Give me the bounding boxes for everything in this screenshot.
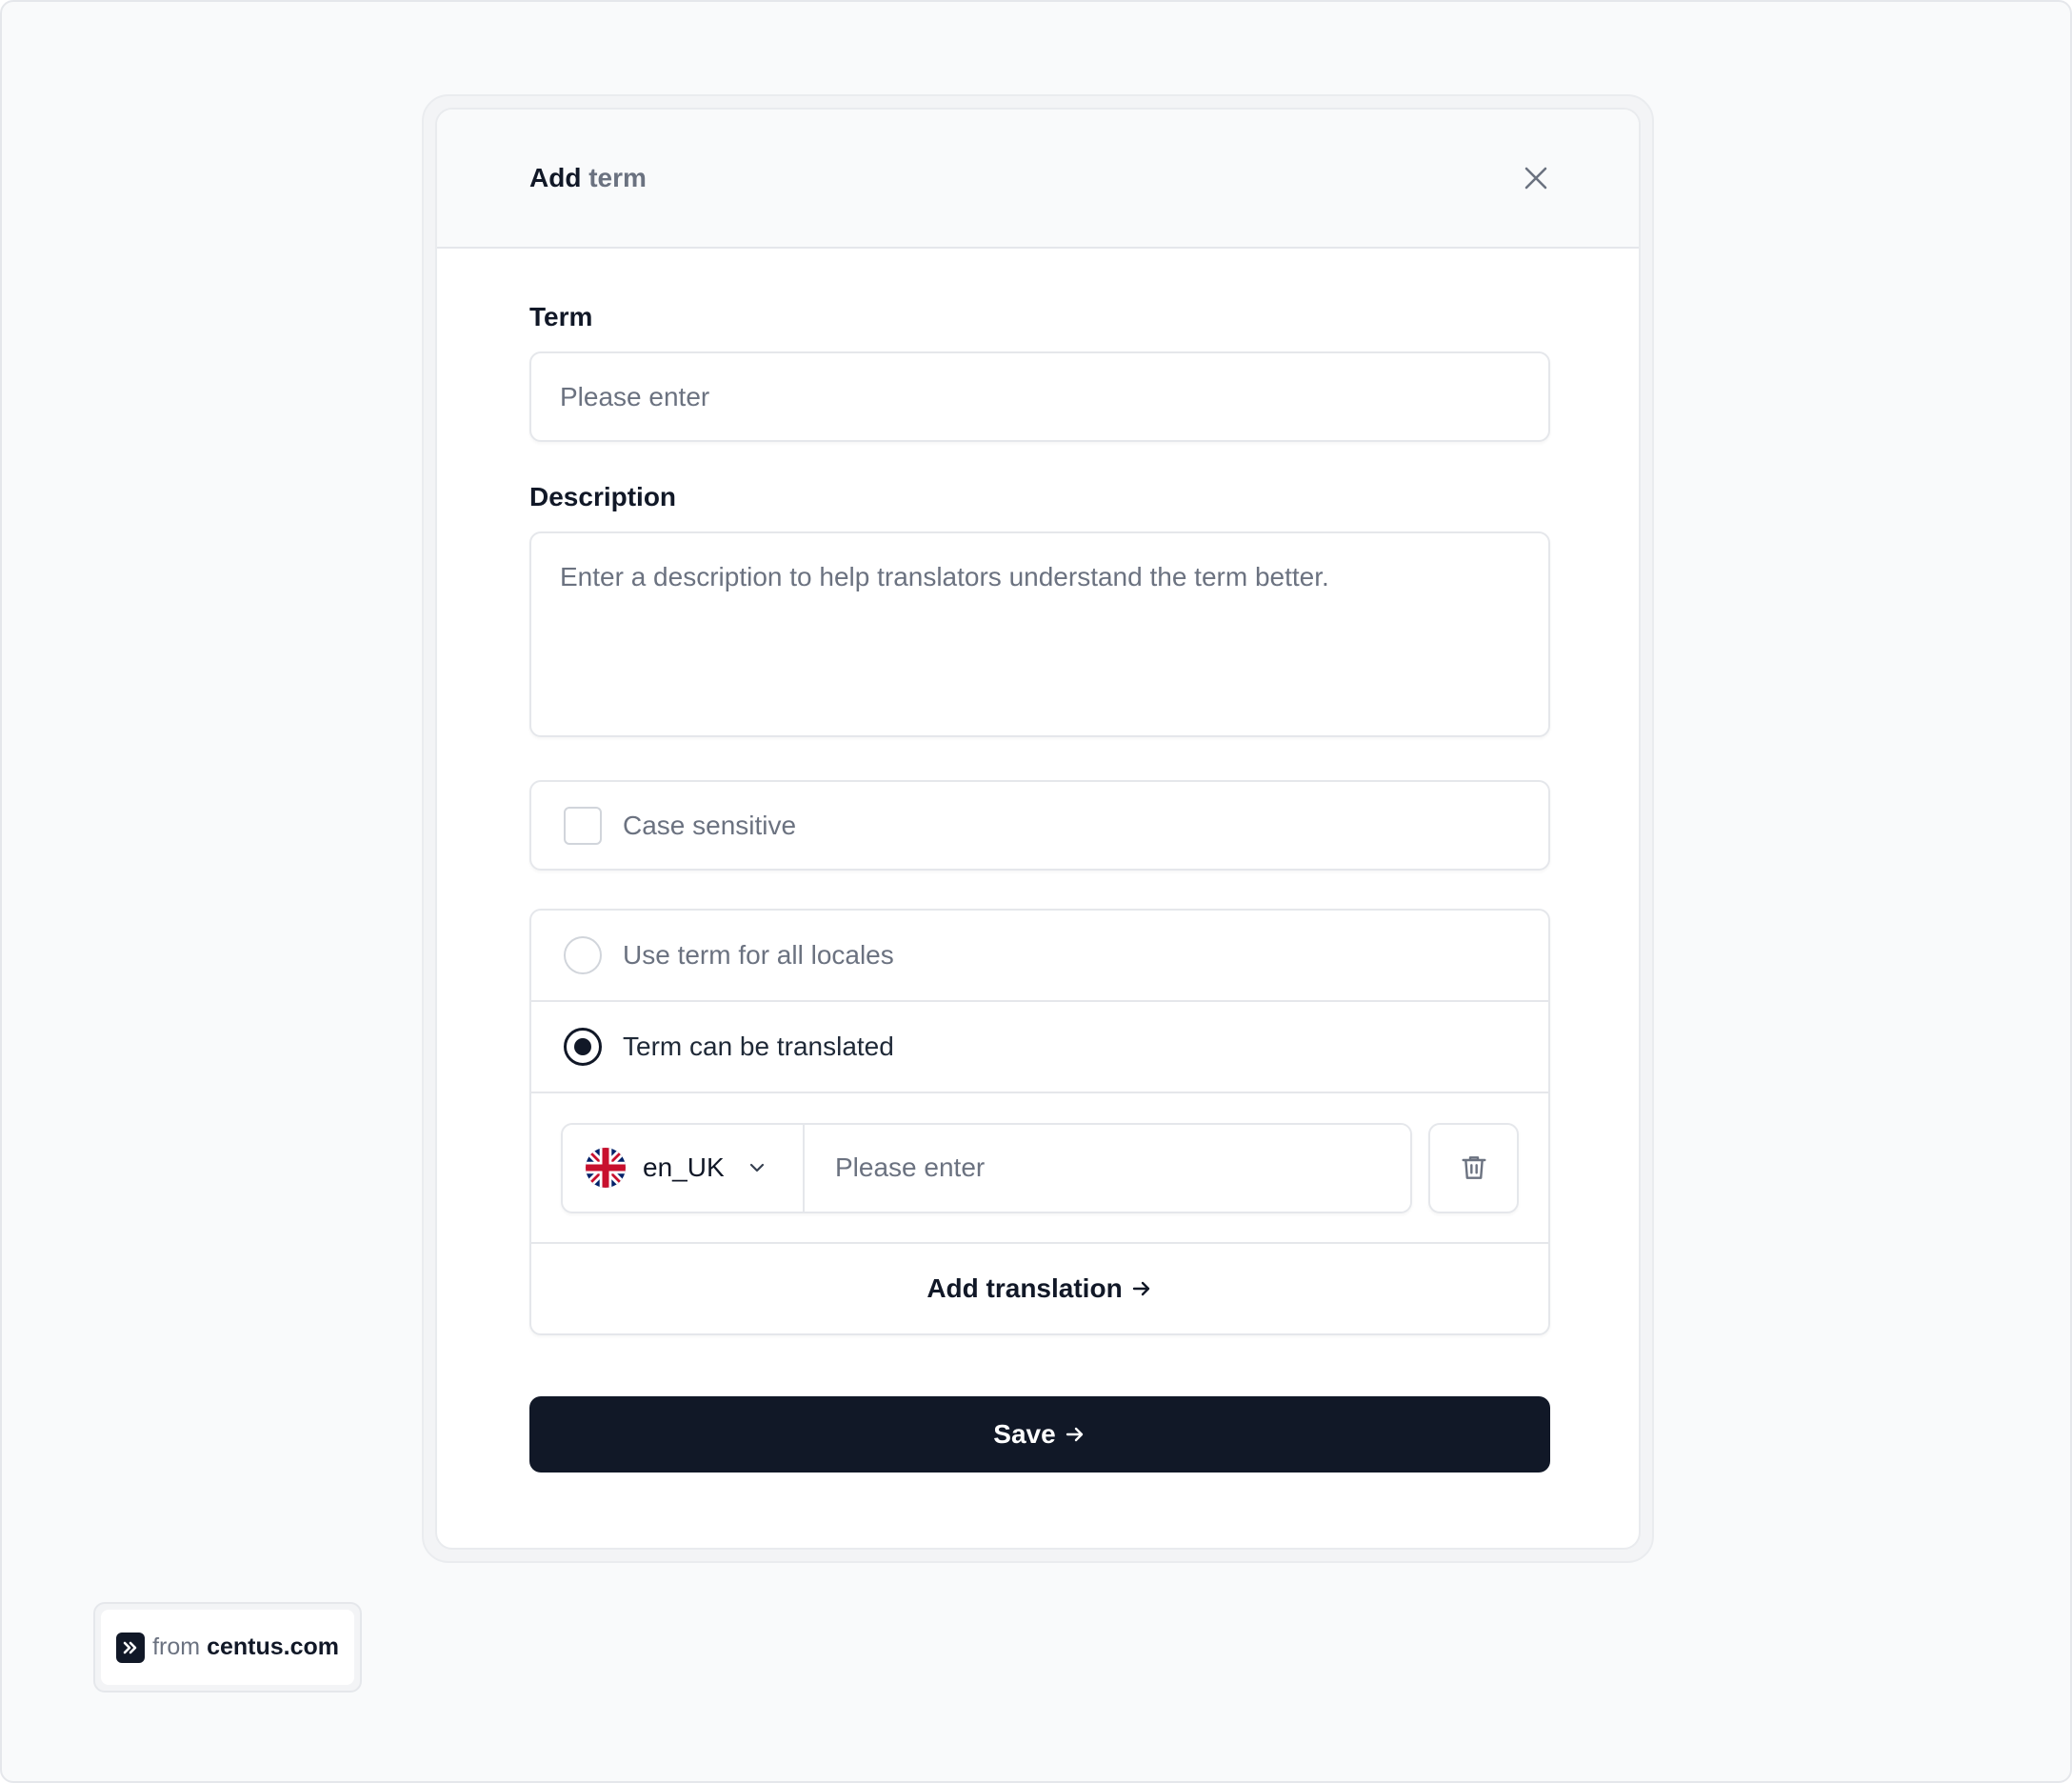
option-all-locales-label: Use term for all locales	[623, 940, 894, 970]
page-background: Add term Term Description C	[0, 0, 2072, 1783]
modal-title-suffix: term	[588, 163, 647, 192]
modal-frame: Add term Term Description C	[422, 94, 1654, 1563]
add-term-modal: Add term Term Description C	[435, 108, 1641, 1550]
save-label: Save	[993, 1419, 1056, 1449]
centus-logo-icon	[116, 1632, 146, 1663]
option-translatable-label: Term can be translated	[623, 1032, 894, 1061]
locale-select[interactable]: en_UK	[563, 1124, 805, 1212]
centus-badge[interactable]: from centus.com	[93, 1602, 362, 1693]
case-sensitive-checkbox[interactable]	[564, 806, 602, 845]
option-all-locales[interactable]: Use term for all locales	[531, 911, 1548, 1002]
case-sensitive-label: Case sensitive	[623, 810, 797, 840]
close-button[interactable]	[1517, 159, 1555, 197]
locale-value: en_UK	[643, 1152, 725, 1182]
modal-header: Add term	[437, 110, 1639, 249]
save-button[interactable]: Save	[529, 1396, 1550, 1472]
term-input[interactable]	[529, 351, 1550, 442]
term-label: Term	[529, 302, 593, 331]
badge-from-text: from	[152, 1633, 201, 1660]
trash-icon	[1461, 1156, 1486, 1179]
locale-mode-group: Use term for all locales Term can be tra…	[529, 909, 1550, 1335]
add-translation-label: Add translation	[926, 1273, 1123, 1303]
option-translatable[interactable]: Term can be translated	[531, 1002, 1548, 1093]
badge-site-link[interactable]: centus.com	[207, 1633, 339, 1661]
modal-title: Add term	[529, 163, 647, 193]
uk-flag-icon	[586, 1148, 626, 1188]
radio-all-locales[interactable]	[564, 936, 602, 974]
modal-body: Term Description Case sensitive Use term…	[437, 249, 1639, 1472]
add-translation-button[interactable]: Add translation	[531, 1244, 1548, 1333]
translation-row: en_UK	[531, 1093, 1548, 1244]
arrow-right-icon	[1132, 1281, 1149, 1296]
delete-translation-button[interactable]	[1428, 1122, 1519, 1213]
case-sensitive-option[interactable]: Case sensitive	[529, 780, 1550, 871]
centus-badge-inner: from centus.com	[101, 1610, 354, 1685]
description-textarea[interactable]	[529, 531, 1550, 737]
radio-translatable[interactable]	[564, 1028, 602, 1066]
description-label: Description	[529, 482, 677, 511]
modal-title-prefix: Add	[529, 163, 582, 192]
translation-input[interactable]	[805, 1124, 1410, 1212]
arrow-right-icon	[1066, 1427, 1083, 1442]
close-icon	[1524, 167, 1547, 190]
translation-input-group: en_UK	[561, 1122, 1412, 1213]
chevron-down-icon	[749, 1163, 765, 1172]
